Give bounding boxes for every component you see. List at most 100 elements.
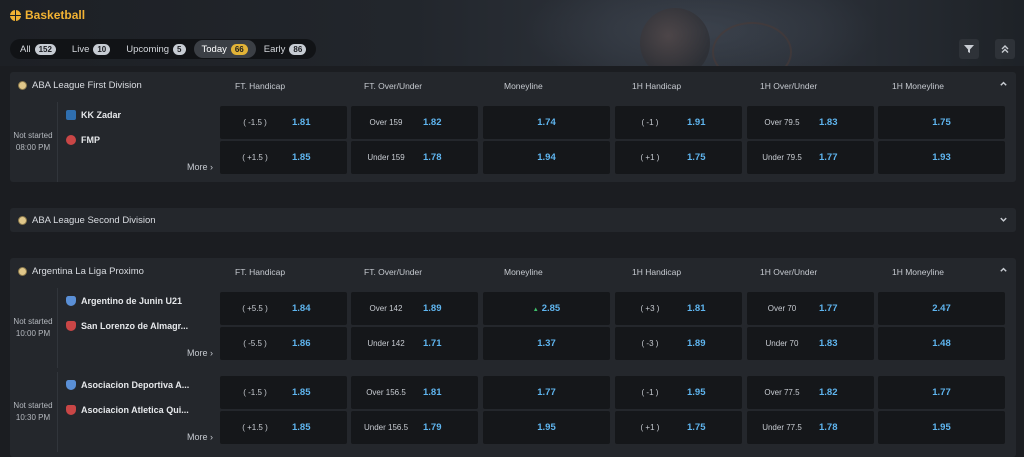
odds-cell-1h-handicap[interactable]: ( -1 ) 1.91 <box>615 106 742 139</box>
odds-cell-moneyline[interactable]: 1.37 <box>483 327 610 360</box>
odds-cell-1h-over-under[interactable]: Over 79.5 1.83 <box>747 106 874 139</box>
team-logo-icon <box>66 380 76 390</box>
tab-live[interactable]: Live 10 <box>64 40 118 58</box>
tab-early[interactable]: Early 86 <box>256 40 315 58</box>
away-team[interactable]: Asociacion Atletica Qui... <box>66 405 189 415</box>
odds-line: ( +1 ) <box>640 153 660 162</box>
odds-value: 1.77 <box>537 387 556 398</box>
odds-cell-ft-over-under[interactable]: Under 159 1.78 <box>351 141 478 174</box>
league-name-text: ABA League Second Division <box>32 214 156 226</box>
odds-cell-1h-handicap[interactable]: ( -1 ) 1.95 <box>615 376 742 409</box>
tab-label: All <box>20 43 31 55</box>
odds-cell-moneyline[interactable]: 1.77 <box>483 376 610 409</box>
chevron-up-icon[interactable] <box>999 79 1008 91</box>
odds-cell-ft-handicap[interactable]: ( -5.5 ) 1.86 <box>220 327 347 360</box>
teams-column: Argentino de Junin U21 San Lorenzo de Al… <box>57 288 217 368</box>
league-header[interactable]: Argentina La Liga Proximo FT. Handicap F… <box>10 258 1016 284</box>
odds-cell-1h-moneyline[interactable]: 2.47 <box>878 292 1005 325</box>
league-header[interactable]: ABA League First Division FT. Handicap F… <box>10 72 1016 98</box>
odds-line: Over 79.5 <box>764 118 800 127</box>
filter-button[interactable] <box>959 39 979 59</box>
match-time: 08:00 PM <box>15 143 51 152</box>
col-1h-over-under: 1H Over/Under <box>760 81 818 91</box>
tab-all[interactable]: All 152 <box>12 40 64 58</box>
more-link[interactable]: More › <box>187 348 213 358</box>
odds-cell-moneyline[interactable]: 1.74 <box>483 106 610 139</box>
collapse-all-button[interactable] <box>995 39 1015 59</box>
chevron-down-icon[interactable] <box>999 215 1008 227</box>
odds-cell-1h-over-under[interactable]: Under 70 1.83 <box>747 327 874 360</box>
away-team[interactable]: FMP <box>66 135 100 145</box>
odds-cell-1h-handicap[interactable]: ( +1 ) 1.75 <box>615 141 742 174</box>
tab-upcoming[interactable]: Upcoming 5 <box>118 40 193 58</box>
away-team[interactable]: San Lorenzo de Almagr... <box>66 321 188 331</box>
home-team[interactable]: KK Zadar <box>66 110 121 120</box>
odds-cell-1h-over-under[interactable]: Over 77.5 1.82 <box>747 376 874 409</box>
match-row: Not started 10:00 PM Argentino de Junin … <box>10 288 1016 372</box>
odds-cell-ft-handicap[interactable]: ( +5.5 ) 1.84 <box>220 292 347 325</box>
tab-label: Live <box>71 43 90 55</box>
tab-today[interactable]: Today 66 <box>193 40 256 58</box>
team-logo-icon <box>66 135 76 145</box>
odds-cell-1h-moneyline[interactable]: 1.93 <box>878 141 1005 174</box>
odds-cell-ft-handicap[interactable]: ( +1.5 ) 1.85 <box>220 411 347 444</box>
odds-cell-1h-handicap[interactable]: ( +3 ) 1.81 <box>615 292 742 325</box>
odds-cell-ft-over-under[interactable]: Under 142 1.71 <box>351 327 478 360</box>
odds-value: 1.81 <box>292 117 311 128</box>
col-1h-handicap: 1H Handicap <box>632 81 682 91</box>
more-link[interactable]: More › <box>187 432 213 442</box>
odds-cell-1h-over-under[interactable]: Under 79.5 1.77 <box>747 141 874 174</box>
odds-cell-1h-over-under[interactable]: Under 77.5 1.78 <box>747 411 874 444</box>
odds-cell-1h-over-under[interactable]: Over 70 1.77 <box>747 292 874 325</box>
col-moneyline: Moneyline <box>504 267 543 277</box>
status-text: Not started <box>13 401 53 410</box>
more-link[interactable]: More › <box>187 162 213 172</box>
chevron-up-icon[interactable] <box>999 265 1008 277</box>
page-title-text: Basketball <box>25 8 86 22</box>
odds-line: ( -1.5 ) <box>243 118 267 127</box>
home-team[interactable]: Argentino de Junin U21 <box>66 296 182 306</box>
odds-value: 2.47 <box>932 303 951 314</box>
odds-cell-moneyline[interactable]: 1.95 <box>483 411 610 444</box>
more-text: More <box>186 432 208 442</box>
odds-cell-ft-over-under[interactable]: Over 142 1.89 <box>351 292 478 325</box>
odds-line: Under 77.5 <box>762 423 802 432</box>
odds-cell-ft-handicap[interactable]: ( -1.5 ) 1.81 <box>220 106 347 139</box>
tab-label: Today <box>201 43 227 55</box>
odds-cell-1h-moneyline[interactable]: 1.77 <box>878 376 1005 409</box>
odds-cell-ft-handicap[interactable]: ( +1.5 ) 1.85 <box>220 141 347 174</box>
team-name: KK Zadar <box>81 110 122 120</box>
league-name-text: Argentina La Liga Proximo <box>32 265 144 277</box>
filter-icon <box>964 45 974 53</box>
col-1h-moneyline: 1H Moneyline <box>892 81 944 91</box>
odds-value: 1.95 <box>932 422 951 433</box>
odds-value: 1.48 <box>932 338 951 349</box>
odds-cell-1h-moneyline[interactable]: 1.48 <box>878 327 1005 360</box>
odds-cell-1h-moneyline[interactable]: 1.95 <box>878 411 1005 444</box>
league-title: Argentina La Liga Proximo <box>10 266 220 277</box>
odds-line: Under 79.5 <box>762 153 802 162</box>
odds-cell-ft-over-under[interactable]: Over 159 1.82 <box>351 106 478 139</box>
match-status: Not started 10:30 PM <box>10 372 56 452</box>
league-title: ABA League Second Division <box>10 215 220 226</box>
odds-cell-moneyline[interactable]: ▲ 2.85 <box>483 292 610 325</box>
odds-value: 1.91 <box>687 117 706 128</box>
odds-value: 1.83 <box>819 338 838 349</box>
odds-cell-ft-over-under[interactable]: Over 156.5 1.81 <box>351 376 478 409</box>
tab-count: 66 <box>230 43 248 55</box>
odds-cell-ft-handicap[interactable]: ( -1.5 ) 1.85 <box>220 376 347 409</box>
league-aba-second[interactable]: ABA League Second Division <box>10 208 1016 232</box>
odds-value: 1.71 <box>423 338 442 349</box>
odds-cell-moneyline[interactable]: 1.94 <box>483 141 610 174</box>
col-ft-over-under: FT. Over/Under <box>364 81 423 91</box>
team-name: FMP <box>81 135 100 145</box>
odds-cell-1h-handicap[interactable]: ( +1 ) 1.75 <box>615 411 742 444</box>
odds-cell-1h-moneyline[interactable]: 1.75 <box>878 106 1005 139</box>
league-name-text: ABA League First Division <box>32 79 142 91</box>
odds-cell-1h-handicap[interactable]: ( -3 ) 1.89 <box>615 327 742 360</box>
team-logo-icon <box>66 296 76 306</box>
home-team[interactable]: Asociacion Deportiva A... <box>66 380 189 390</box>
odds-value: 1.93 <box>932 152 951 163</box>
odds-cell-ft-over-under[interactable]: Under 156.5 1.79 <box>351 411 478 444</box>
match-status: Not started 10:00 PM <box>10 288 56 368</box>
